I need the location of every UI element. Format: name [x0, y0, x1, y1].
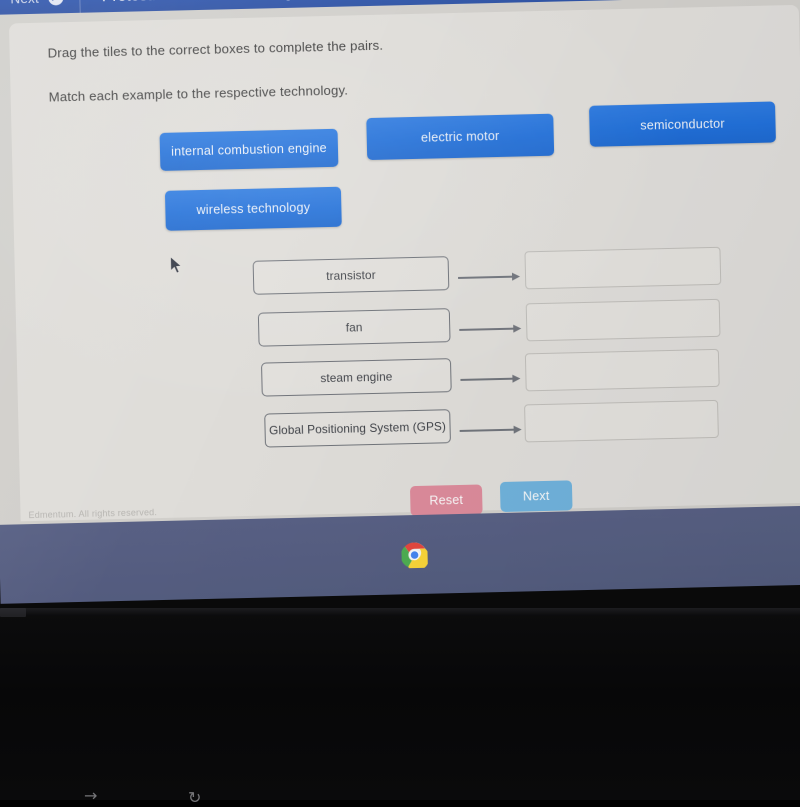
reload-key-icon[interactable]: ↻ — [188, 788, 201, 807]
instruction-line-1: Drag the tiles to the correct boxes to c… — [47, 37, 384, 61]
match-row: Global Positioning System (GPS) — [264, 399, 765, 448]
mouse-pointer-icon — [170, 256, 183, 274]
match-row: steam engine — [260, 348, 762, 397]
next-button[interactable]: Next — [499, 480, 573, 513]
drop-target-steam-engine[interactable] — [524, 348, 720, 392]
prompt-box-steam-engine: steam engine — [260, 358, 452, 397]
arrow-right-icon — [460, 372, 521, 387]
drop-target-gps[interactable] — [524, 399, 719, 443]
reset-button[interactable]: Reset — [409, 484, 483, 517]
keyboard-key[interactable] — [0, 608, 26, 617]
chrome-browser-icon[interactable] — [401, 541, 428, 568]
prompt-box-gps: Global Positioning System (GPS) — [264, 409, 451, 448]
draggable-tile-internal-combustion-engine[interactable]: internal combustion engine — [159, 128, 339, 171]
draggable-tile-wireless-technology[interactable]: wireless technology — [164, 186, 342, 231]
copyright-text: Edmentum. All rights reserved. — [28, 507, 158, 521]
arrow-right-icon — [459, 321, 522, 336]
page-background: Drag the tiles to the correct boxes to c… — [0, 0, 800, 525]
question-card: Drag the tiles to the correct boxes to c… — [8, 4, 800, 522]
laptop-keyboard-deck: → ↻ — [0, 608, 800, 807]
laptop-screen: Next ➤ Pretest: Introduction to Engineer… — [0, 0, 800, 604]
prompt-box-transistor: transistor — [252, 256, 450, 295]
forward-arrow-key-icon[interactable]: → — [84, 786, 97, 805]
match-row: fan — [257, 298, 759, 347]
header-next-label: Next — [10, 0, 39, 6]
prompt-box-fan: fan — [257, 308, 451, 347]
draggable-tile-electric-motor[interactable]: electric motor — [366, 113, 555, 161]
photo-of-laptop: Next ➤ Pretest: Introduction to Engineer… — [0, 0, 800, 807]
arrow-right-icon — [458, 270, 521, 285]
draggable-tile-semiconductor[interactable]: semiconductor — [589, 101, 776, 147]
page-title: Pretest: Introduction to Engineering and — [80, 0, 379, 6]
drop-target-transistor[interactable] — [524, 246, 722, 290]
arrow-right-icon — [459, 423, 522, 438]
drop-target-fan[interactable] — [525, 298, 721, 342]
instruction-line-2: Match each example to the respective tec… — [48, 82, 349, 105]
match-row: transistor — [252, 246, 754, 295]
circle-arrow-right-icon: ➤ — [47, 0, 64, 6]
